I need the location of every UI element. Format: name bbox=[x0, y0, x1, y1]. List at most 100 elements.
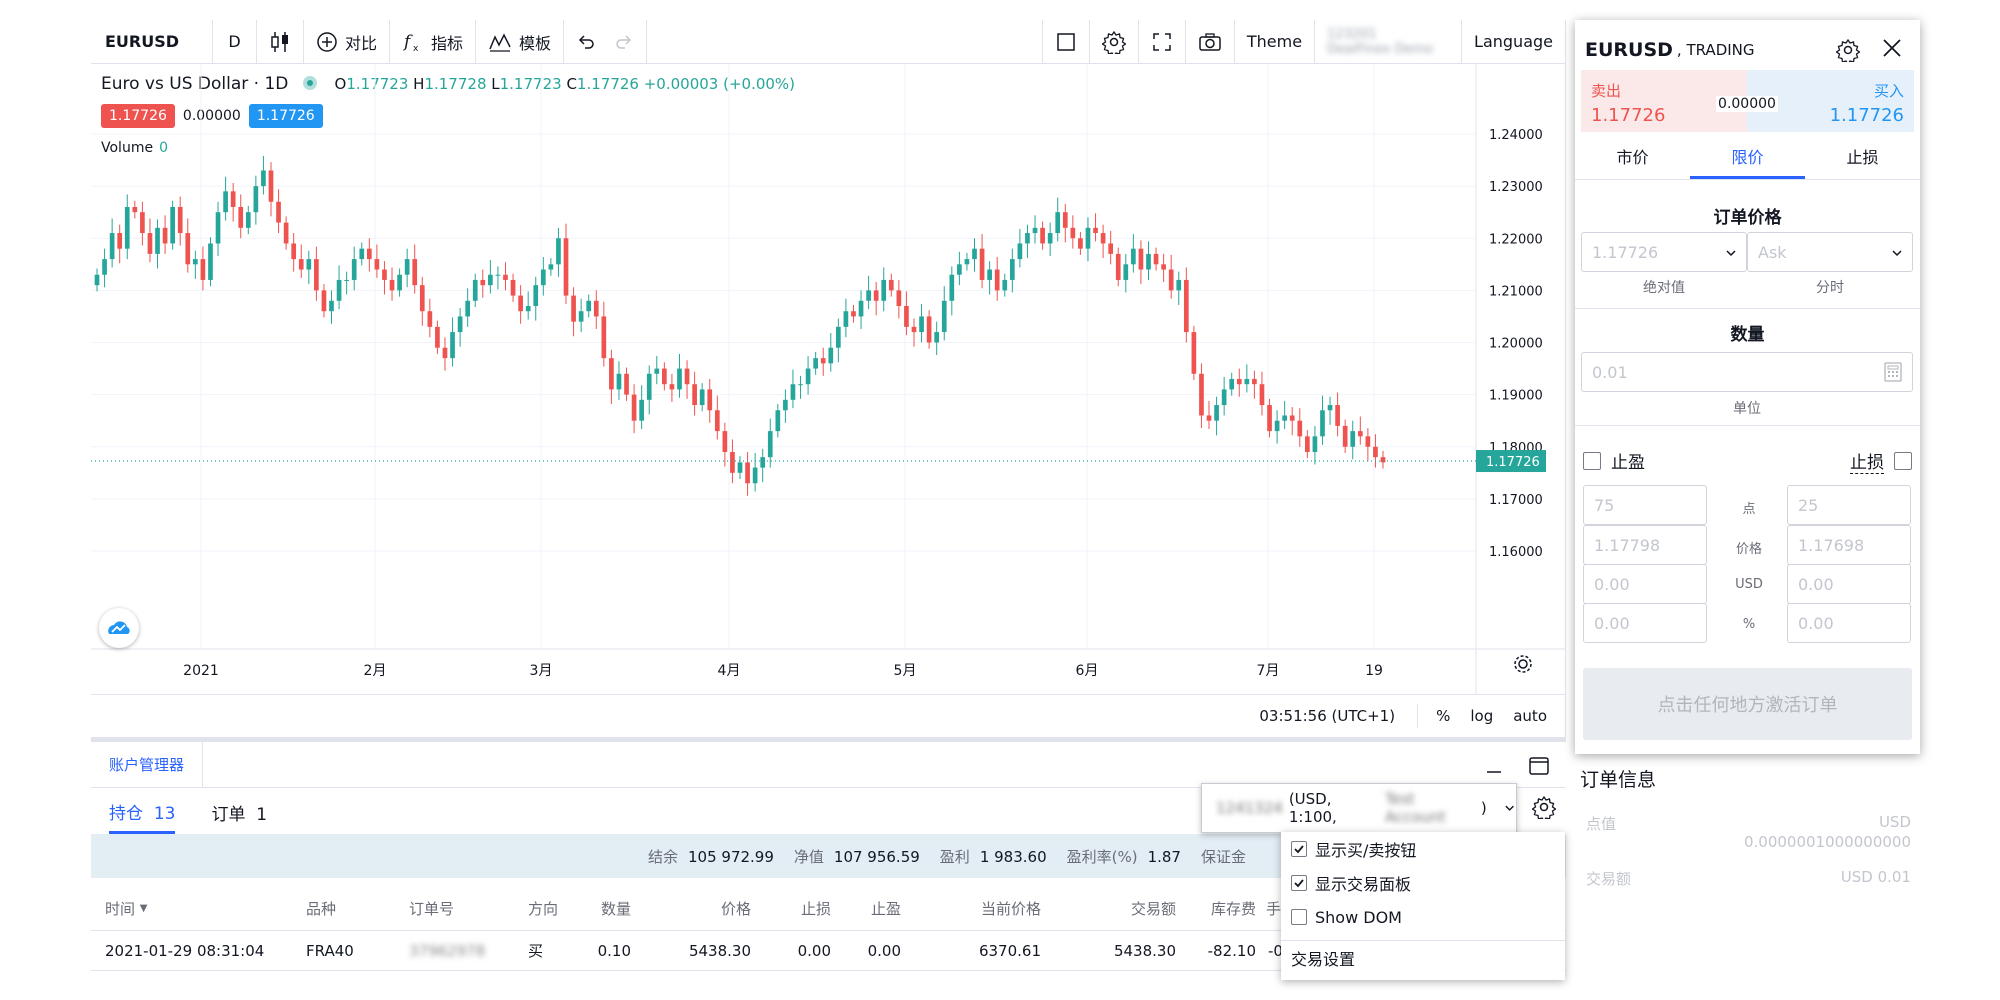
col-price[interactable]: 价格 bbox=[691, 887, 751, 930]
maximize-button[interactable] bbox=[1139, 19, 1186, 64]
plus-circle-icon bbox=[317, 31, 337, 52]
price-mode-select[interactable]: Ask bbox=[1747, 232, 1913, 272]
fullscreen-frame-button[interactable] bbox=[1041, 19, 1090, 64]
compare-button[interactable]: 对比 bbox=[304, 19, 391, 64]
col-tp[interactable]: 止盈 bbox=[841, 887, 901, 930]
price-label: 价格 bbox=[1735, 542, 1762, 557]
maximize-panel-icon[interactable] bbox=[1528, 756, 1550, 776]
menu-item-label: Show DOM bbox=[1315, 907, 1402, 927]
price-chart[interactable]: 1.24000 1.23000 1.22000 1.21000 1.20000 1.190… bbox=[91, 64, 1566, 694]
chart-type-button[interactable] bbox=[257, 19, 304, 64]
quantity-input[interactable]: 0.01 bbox=[1581, 352, 1913, 392]
undo-icon[interactable] bbox=[576, 32, 596, 52]
menu-show-dom[interactable]: Show DOM bbox=[1281, 900, 1565, 934]
col-time[interactable]: 时间 ▼ bbox=[105, 887, 148, 930]
tp-usd-input[interactable]: 0.00 bbox=[1583, 564, 1707, 604]
sl-points-input[interactable]: 25 bbox=[1787, 485, 1911, 525]
sl-price-input[interactable]: 1.17698 bbox=[1787, 525, 1911, 565]
candle-body bbox=[934, 332, 940, 343]
col-qty[interactable]: 数量 bbox=[571, 887, 631, 930]
auto-toggle[interactable]: auto bbox=[1503, 707, 1565, 725]
pip-value-row: 点值 USD bbox=[1586, 813, 1911, 834]
account-switcher[interactable]: 123201 DealFinex Demo bbox=[1315, 19, 1463, 64]
brand-logo-button[interactable] bbox=[99, 608, 139, 648]
cell-qty: 0.10 bbox=[597, 941, 631, 960]
candle-body bbox=[253, 186, 259, 213]
redo-icon[interactable] bbox=[614, 32, 634, 52]
calculator-icon[interactable] bbox=[1884, 362, 1902, 382]
col-swap[interactable]: 库存费 bbox=[1186, 887, 1256, 930]
account-select[interactable]: 1241324 (USD, 1:100, Test Account ) bbox=[1201, 783, 1517, 833]
tab-market[interactable]: 市价 bbox=[1575, 136, 1690, 179]
gear-icon[interactable] bbox=[1836, 38, 1860, 62]
candle-body bbox=[102, 259, 107, 275]
close-icon[interactable] bbox=[1880, 36, 1904, 60]
account-number: 1241324 bbox=[1216, 799, 1283, 817]
col-symbol[interactable]: 品种 bbox=[306, 887, 336, 930]
col-order-id[interactable]: 订单号 bbox=[409, 887, 454, 930]
percent-toggle[interactable]: % bbox=[1418, 707, 1460, 725]
candle-body bbox=[1093, 227, 1098, 234]
candle-body bbox=[419, 285, 425, 312]
candle-body bbox=[783, 399, 788, 411]
price-input[interactable]: 1.17726 bbox=[1581, 232, 1747, 272]
menu-trading-settings[interactable]: 交易设置 bbox=[1281, 941, 1565, 975]
candle-body bbox=[480, 279, 486, 286]
checkbox-unchecked-icon bbox=[1291, 909, 1307, 925]
order-type-tabs: 市价 限价 止损 bbox=[1575, 136, 1920, 180]
symbol-button[interactable]: EURUSD bbox=[91, 19, 213, 64]
screenshot-button[interactable] bbox=[1186, 19, 1235, 64]
stop-loss-toggle[interactable]: 止损 bbox=[1850, 448, 1912, 474]
col-sl[interactable]: 止损 bbox=[771, 887, 831, 930]
menu-show-buy-sell[interactable]: 显示买/卖按钮 bbox=[1281, 832, 1565, 866]
candle-body bbox=[503, 274, 508, 280]
candle-body bbox=[1085, 227, 1091, 249]
col-side[interactable]: 方向 bbox=[528, 887, 558, 930]
position-order-tabs: 持仓 13 订单 1 bbox=[91, 788, 267, 834]
pip-value-number: 0.0000001000000000 bbox=[1743, 833, 1911, 851]
candle-body bbox=[140, 212, 145, 234]
templates-button[interactable]: 模板 bbox=[476, 19, 565, 64]
col-current[interactable]: 当前价格 bbox=[941, 887, 1041, 930]
account-settings-button[interactable] bbox=[1524, 787, 1564, 827]
candle-body bbox=[518, 295, 523, 312]
language-button[interactable]: Language bbox=[1462, 20, 1565, 64]
amount-label: 交易额 bbox=[1586, 870, 1632, 888]
menu-show-trading-panel[interactable]: 显示交易面板 bbox=[1281, 866, 1565, 900]
candle-body bbox=[896, 290, 902, 307]
buy-label: 买入 bbox=[1873, 82, 1904, 100]
tp-price-input[interactable]: 1.17798 bbox=[1583, 525, 1707, 565]
interval-button[interactable]: D bbox=[213, 19, 257, 64]
sl-percent-input[interactable]: 0.00 bbox=[1787, 603, 1911, 643]
take-profit-toggle[interactable]: 止盈 bbox=[1583, 448, 1645, 473]
chevron-down-icon bbox=[1505, 805, 1514, 811]
candle-body bbox=[1244, 378, 1250, 385]
stop-loss-label: 止损 bbox=[1850, 448, 1884, 474]
minimize-icon[interactable] bbox=[1484, 756, 1504, 776]
col-amount[interactable]: 交易额 bbox=[1091, 887, 1176, 930]
indicators-button[interactable]: fx 指标 bbox=[390, 19, 477, 64]
expand-icon bbox=[1153, 32, 1171, 51]
tp-percent-input[interactable]: 0.00 bbox=[1583, 603, 1707, 643]
candle-body bbox=[215, 212, 221, 244]
candle-body bbox=[911, 326, 917, 333]
tab-positions[interactable]: 持仓 13 bbox=[109, 799, 176, 834]
tab-stop[interactable]: 止损 bbox=[1805, 136, 1920, 179]
candle-body bbox=[1078, 238, 1083, 249]
tp-points-input[interactable]: 75 bbox=[1583, 485, 1707, 525]
log-toggle[interactable]: log bbox=[1460, 707, 1503, 725]
tab-account-manager[interactable]: 账户管理器 bbox=[91, 741, 204, 788]
activate-order-button[interactable]: 点击任何地方激活订单 bbox=[1583, 668, 1912, 740]
summary-profit-rate: 盈利率(%) 1.87 bbox=[1067, 846, 1181, 867]
tab-limit[interactable]: 限价 bbox=[1690, 136, 1805, 179]
tab-orders[interactable]: 订单 1 bbox=[211, 800, 267, 832]
theme-button[interactable]: Theme bbox=[1235, 19, 1316, 64]
candle-body bbox=[1100, 233, 1106, 244]
candle-body bbox=[1025, 233, 1030, 244]
summary-equity: 净值 107 956.59 bbox=[794, 846, 920, 867]
candle-body bbox=[1335, 405, 1340, 426]
candle-body bbox=[669, 384, 675, 390]
chevron-down-icon bbox=[1892, 250, 1902, 257]
sl-usd-input[interactable]: 0.00 bbox=[1787, 564, 1911, 604]
settings-button[interactable] bbox=[1090, 19, 1139, 64]
